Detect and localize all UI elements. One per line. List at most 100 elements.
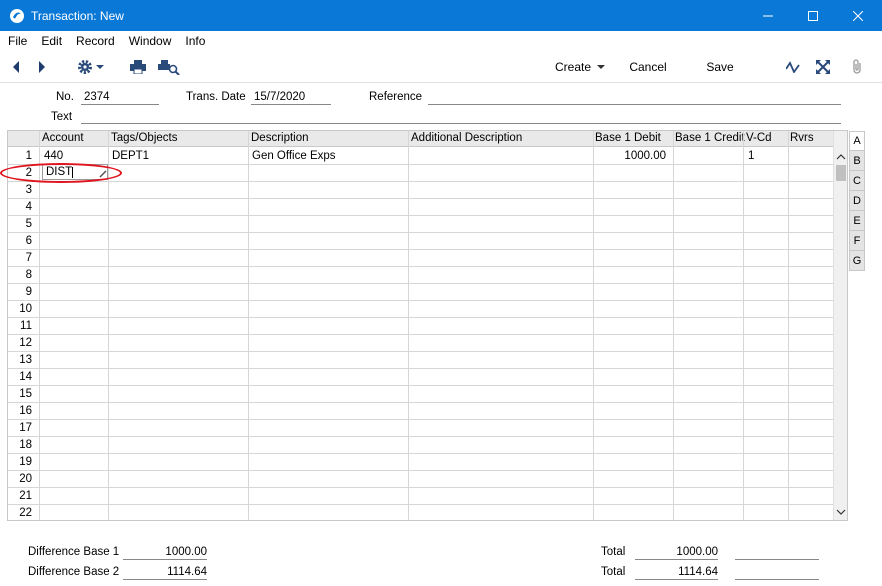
table-row[interactable]: 19 — [8, 454, 833, 471]
column-header-debit[interactable]: Base 1 Debit — [595, 132, 661, 144]
tab-d[interactable]: D — [849, 191, 865, 211]
menu-bar: File Edit Record Window Info — [0, 31, 882, 51]
row-number: 21 — [19, 490, 32, 502]
number-field[interactable]: 2374 — [81, 91, 159, 105]
cell-account[interactable]: 440 — [44, 150, 63, 162]
save-label: Save — [706, 60, 734, 74]
row-number: 5 — [25, 218, 32, 230]
cell-tags[interactable]: DEPT1 — [112, 150, 149, 162]
create-menu-button[interactable]: Create — [552, 57, 608, 77]
column-header-description[interactable]: Description — [251, 132, 309, 144]
tab-b[interactable]: B — [849, 151, 865, 171]
minimize-button[interactable] — [745, 0, 791, 31]
table-row[interactable]: 15 — [8, 386, 833, 403]
total-credit-base2 — [735, 566, 819, 580]
cell-debit[interactable]: 1000.00 — [594, 150, 666, 162]
table-row[interactable]: 13 — [8, 352, 833, 369]
transaction-rows-grid: Account Tags/Objects Description Additio… — [7, 130, 848, 521]
maximize-button[interactable] — [790, 0, 836, 31]
window-title: Transaction: New — [31, 8, 124, 23]
row-number: 11 — [20, 320, 32, 332]
printer-icon — [130, 60, 146, 74]
table-row[interactable]: 7 — [8, 250, 833, 267]
close-icon — [853, 10, 863, 21]
tab-c[interactable]: C — [849, 171, 865, 191]
save-button[interactable]: Save — [703, 57, 737, 77]
vertical-scrollbar[interactable] — [833, 131, 847, 520]
print-preview-button[interactable] — [158, 57, 180, 77]
cell-vcd[interactable]: 1 — [748, 150, 754, 162]
reference-field[interactable] — [428, 91, 841, 105]
table-row[interactable]: 8 — [8, 267, 833, 284]
table-row[interactable]: 14 — [8, 369, 833, 386]
row-number: 9 — [25, 286, 32, 298]
highlight-ellipse — [0, 163, 122, 183]
table-row[interactable]: 12 — [8, 335, 833, 352]
row-number: 14 — [19, 371, 32, 383]
menu-file[interactable]: File — [0, 34, 34, 48]
table-row[interactable]: 2 — [8, 165, 833, 182]
print-button[interactable] — [129, 57, 147, 77]
table-row[interactable]: 20 — [8, 471, 833, 488]
row-number: 22 — [19, 507, 32, 519]
close-button[interactable] — [835, 0, 881, 31]
chevron-down-icon — [597, 65, 606, 69]
tab-f[interactable]: F — [849, 231, 865, 251]
row-number: 10 — [19, 303, 32, 315]
text-field[interactable] — [81, 110, 841, 124]
cell-description[interactable]: Gen Office Exps — [252, 150, 336, 162]
table-row[interactable]: 4 — [8, 199, 833, 216]
reference-label: Reference — [369, 91, 423, 103]
table-row[interactable]: 22 — [8, 505, 833, 520]
number-label: No. — [56, 91, 74, 103]
scrollbar-thumb[interactable] — [836, 165, 846, 181]
scroll-down-icon[interactable] — [836, 508, 846, 516]
table-row[interactable]: 6 — [8, 233, 833, 250]
table-row[interactable]: 17 — [8, 420, 833, 437]
difference-base1-value: 1000.00 — [123, 546, 207, 560]
menu-edit[interactable]: Edit — [34, 34, 69, 48]
menu-record[interactable]: Record — [69, 34, 122, 48]
table-row[interactable]: 9 — [8, 284, 833, 301]
table-row[interactable]: 18 — [8, 437, 833, 454]
expand-button[interactable] — [815, 57, 831, 77]
column-header-additional-description[interactable]: Additional Description — [411, 132, 522, 144]
column-header-account[interactable]: Account — [42, 132, 84, 144]
next-record-button[interactable] — [34, 57, 50, 77]
menu-window[interactable]: Window — [122, 34, 179, 48]
table-row[interactable]: 3 — [8, 182, 833, 199]
total-debit-base1: 1000.00 — [635, 546, 718, 560]
menu-info[interactable]: Info — [178, 34, 212, 48]
column-header-vcd[interactable]: V-Cd — [746, 132, 772, 144]
column-header-credit[interactable]: Base 1 Credit — [675, 132, 745, 144]
total-label: Total — [601, 566, 626, 578]
table-row[interactable]: 21 — [8, 488, 833, 505]
tab-g[interactable]: G — [849, 251, 865, 271]
scroll-up-icon[interactable] — [836, 153, 846, 161]
table-row[interactable]: 5 — [8, 216, 833, 233]
total-debit-base2: 1114.64 — [635, 566, 718, 580]
difference-base1-label: Difference Base 1 — [28, 546, 120, 558]
cancel-label: Cancel — [629, 60, 667, 74]
attachment-button[interactable] — [849, 57, 865, 77]
trans-date-field[interactable]: 15/7/2020 — [251, 91, 331, 105]
tab-e[interactable]: E — [849, 211, 865, 231]
table-row[interactable]: 16 — [8, 403, 833, 420]
grid-header: Account Tags/Objects Description Additio… — [8, 131, 833, 147]
operations-menu-button[interactable] — [74, 57, 106, 77]
card-tabs: A B C D E F G — [849, 131, 865, 271]
column-header-rvrs[interactable]: Rvrs — [790, 132, 814, 144]
activity-button[interactable] — [785, 57, 801, 77]
table-row[interactable]: 1 440 DEPT1 Gen Office Exps 1 1000.00 — [8, 148, 833, 165]
difference-base2-label: Difference Base 2 — [28, 566, 120, 578]
previous-record-button[interactable] — [8, 57, 24, 77]
row-number: 15 — [19, 388, 32, 400]
column-divider — [673, 131, 674, 520]
column-divider — [39, 131, 40, 520]
column-header-tags[interactable]: Tags/Objects — [111, 132, 177, 144]
table-row[interactable]: 11 — [8, 318, 833, 335]
cancel-button[interactable]: Cancel — [626, 57, 670, 77]
tab-a[interactable]: A — [849, 131, 865, 151]
total-label: Total — [601, 546, 626, 558]
table-row[interactable]: 10 — [8, 301, 833, 318]
